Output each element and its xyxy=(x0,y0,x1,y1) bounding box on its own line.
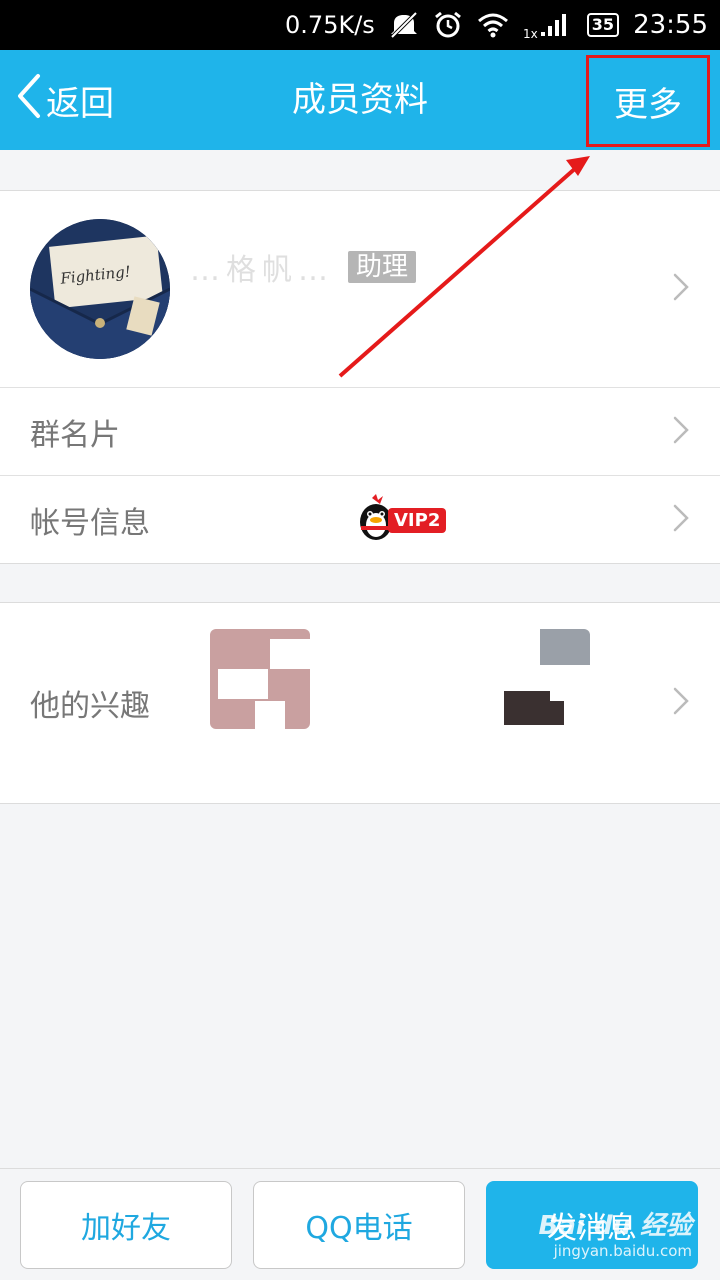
role-badge: 助理 xyxy=(348,251,417,283)
interests-label: 他的兴趣 xyxy=(30,689,150,724)
signal-icon: 1x xyxy=(523,10,573,40)
back-label: 返回 xyxy=(46,83,114,124)
vip-level-label: VIP2 xyxy=(388,507,447,533)
battery-indicator: 35 xyxy=(586,13,620,37)
more-label: 更多 xyxy=(614,84,682,125)
watermark-logo: Bai du 经验 xyxy=(538,1211,693,1241)
title-bar: 返回 成员资料 更多 xyxy=(0,50,720,150)
clock: 23:55 xyxy=(633,10,708,40)
wifi-icon xyxy=(477,12,509,38)
bottom-action-bar: 加好友 QQ电话 发消息 Bai du 经验 jingyan.baidu.com xyxy=(0,1168,720,1280)
watermark: Bai du 经验 jingyan.baidu.com xyxy=(539,1205,693,1260)
vip-badge: VIP2 xyxy=(358,494,447,546)
group-card-label: 群名片 xyxy=(30,417,120,453)
network-speed: 0.75K/s xyxy=(285,11,375,39)
chevron-right-icon xyxy=(672,415,690,449)
chevron-right-icon xyxy=(672,272,690,306)
avatar[interactable]: Fighting! xyxy=(30,219,170,359)
status-bar: 0.75K/s 1x 35 23:55 xyxy=(0,0,720,50)
interest-image[interactable] xyxy=(490,629,590,729)
alarm-icon xyxy=(433,10,463,40)
member-name: …格帆… xyxy=(190,253,334,288)
interests-row[interactable]: 他的兴趣 xyxy=(0,603,720,803)
more-button[interactable]: 更多 xyxy=(586,55,710,147)
mute-icon xyxy=(389,11,419,39)
svg-text:1x: 1x xyxy=(523,27,538,40)
account-info-label: 帐号信息 xyxy=(30,505,150,541)
profile-row[interactable]: Fighting! …格帆… 助理 xyxy=(0,191,720,387)
chevron-left-icon xyxy=(16,73,42,128)
account-info-row[interactable]: 帐号信息 VIP2 xyxy=(0,475,720,563)
interest-image[interactable] xyxy=(210,629,310,729)
qq-call-button[interactable]: QQ电话 xyxy=(253,1181,465,1269)
add-friend-button[interactable]: 加好友 xyxy=(20,1181,232,1269)
interests-section: 他的兴趣 xyxy=(0,602,720,804)
name-block: …格帆… 助理 xyxy=(190,245,417,289)
back-button[interactable]: 返回 xyxy=(16,50,114,150)
group-card-row[interactable]: 群名片 xyxy=(0,387,720,475)
watermark-url: jingyan.baidu.com xyxy=(553,1242,692,1260)
profile-section: Fighting! …格帆… 助理 群名片 帐号信息 VIP2 xyxy=(0,190,720,564)
chevron-right-icon xyxy=(672,503,690,537)
chevron-right-icon xyxy=(672,686,690,720)
